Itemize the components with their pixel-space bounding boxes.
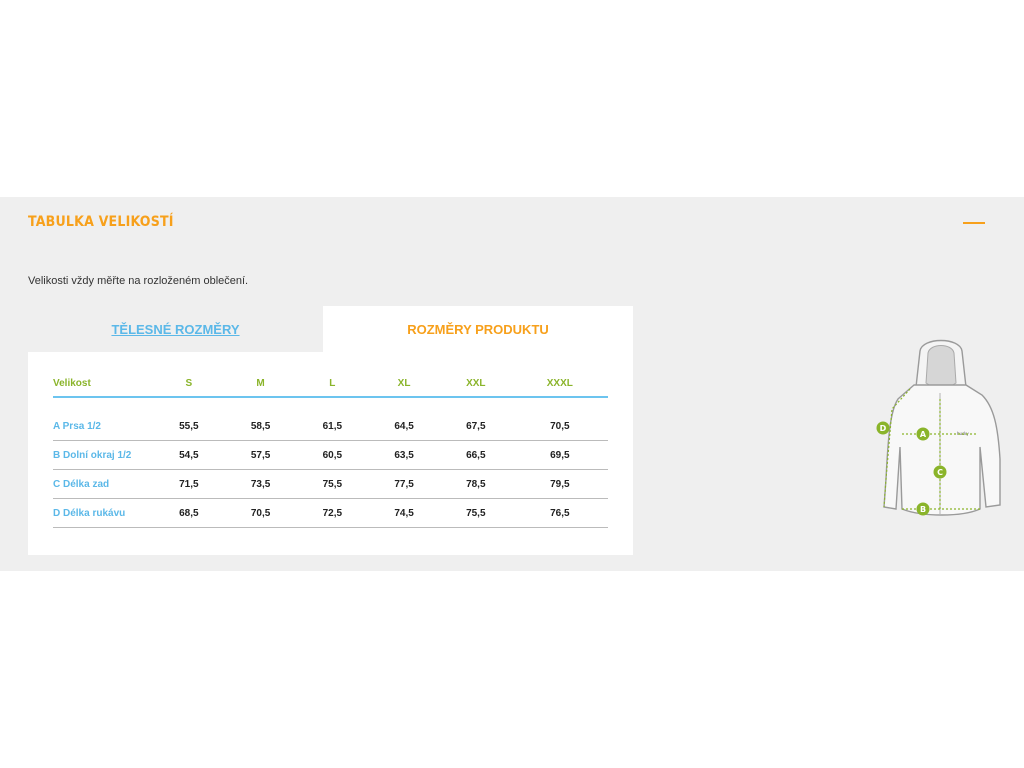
row-label: D Délka rukávu bbox=[53, 498, 153, 528]
table-cell: 77,5 bbox=[368, 469, 440, 499]
header-xxl: XXL bbox=[439, 370, 512, 398]
header-s: S bbox=[153, 370, 225, 398]
table-cell: 71,5 bbox=[153, 469, 225, 499]
table-cell: 70,5 bbox=[511, 412, 608, 441]
table-cell: 55,5 bbox=[153, 412, 225, 441]
table-cell: 57,5 bbox=[224, 440, 297, 470]
svg-text:A: A bbox=[920, 430, 927, 439]
minus-icon[interactable] bbox=[963, 222, 985, 224]
row-label: C Délka zad bbox=[53, 469, 153, 499]
header-m: M bbox=[224, 370, 297, 398]
row-label: A Prsa 1/2 bbox=[53, 412, 153, 441]
size-table: Velikost S M L XL XXL XXXL A Prsa 1/2 55… bbox=[53, 370, 608, 528]
table-cell: 70,5 bbox=[224, 498, 297, 528]
table-cell: 66,5 bbox=[439, 440, 512, 470]
table-cell: 75,5 bbox=[439, 498, 512, 528]
table-cell: 75,5 bbox=[296, 469, 369, 499]
section-title[interactable]: TABULKA VELIKOSTÍ bbox=[28, 214, 174, 230]
table-cell: 69,5 bbox=[511, 440, 608, 470]
svg-text:D: D bbox=[880, 424, 887, 433]
table-cell: 67,5 bbox=[439, 412, 512, 441]
table-cell: 79,5 bbox=[511, 469, 608, 499]
table-cell: 76,5 bbox=[511, 498, 608, 528]
svg-text:C: C bbox=[937, 468, 943, 477]
table-cell: 64,5 bbox=[368, 412, 440, 441]
table-cell: 54,5 bbox=[153, 440, 225, 470]
table-row: B Dolní okraj 1/2 54,5 57,5 60,5 63,5 66… bbox=[53, 440, 608, 470]
table-cell: 73,5 bbox=[224, 469, 297, 499]
marker-d: D bbox=[876, 421, 890, 435]
svg-text:B: B bbox=[920, 505, 926, 514]
header-xxxl: XXXL bbox=[511, 370, 608, 398]
table-cell: 78,5 bbox=[439, 469, 512, 499]
table-row: C Délka zad 71,5 73,5 75,5 77,5 78,5 79,… bbox=[53, 469, 608, 499]
tab-body-dimensions[interactable]: TĚLESNÉ ROZMĚRY bbox=[28, 306, 323, 352]
size-chart-panel: TABULKA VELIKOSTÍ Velikosti vždy měřte n… bbox=[0, 197, 1024, 571]
jacket-measurement-diagram: husky D A C B bbox=[876, 339, 1001, 516]
table-cell: 74,5 bbox=[368, 498, 440, 528]
size-table-card: Velikost S M L XL XXL XXXL A Prsa 1/2 55… bbox=[28, 352, 633, 555]
marker-a: A bbox=[916, 427, 930, 441]
table-cell: 63,5 bbox=[368, 440, 440, 470]
marker-c: C bbox=[933, 465, 947, 479]
header-xl: XL bbox=[368, 370, 440, 398]
table-spacer bbox=[53, 397, 608, 412]
marker-b: B bbox=[916, 502, 930, 516]
table-row: D Délka rukávu 68,5 70,5 72,5 74,5 75,5 … bbox=[53, 498, 608, 528]
table-cell: 68,5 bbox=[153, 498, 225, 528]
table-cell: 58,5 bbox=[224, 412, 297, 441]
row-label: B Dolní okraj 1/2 bbox=[53, 440, 153, 470]
table-cell: 61,5 bbox=[296, 412, 369, 441]
header-size: Velikost bbox=[53, 370, 153, 398]
table-header-row: Velikost S M L XL XXL XXXL bbox=[53, 370, 608, 398]
table-cell: 60,5 bbox=[296, 440, 369, 470]
intro-text: Velikosti vždy měřte na rozloženém obleč… bbox=[28, 275, 249, 287]
header-l: L bbox=[296, 370, 369, 398]
table-row: A Prsa 1/2 55,5 58,5 61,5 64,5 67,5 70,5 bbox=[53, 412, 608, 441]
tab-product-dimensions[interactable]: ROZMĚRY PRODUKTU bbox=[323, 306, 633, 352]
table-cell: 72,5 bbox=[296, 498, 369, 528]
